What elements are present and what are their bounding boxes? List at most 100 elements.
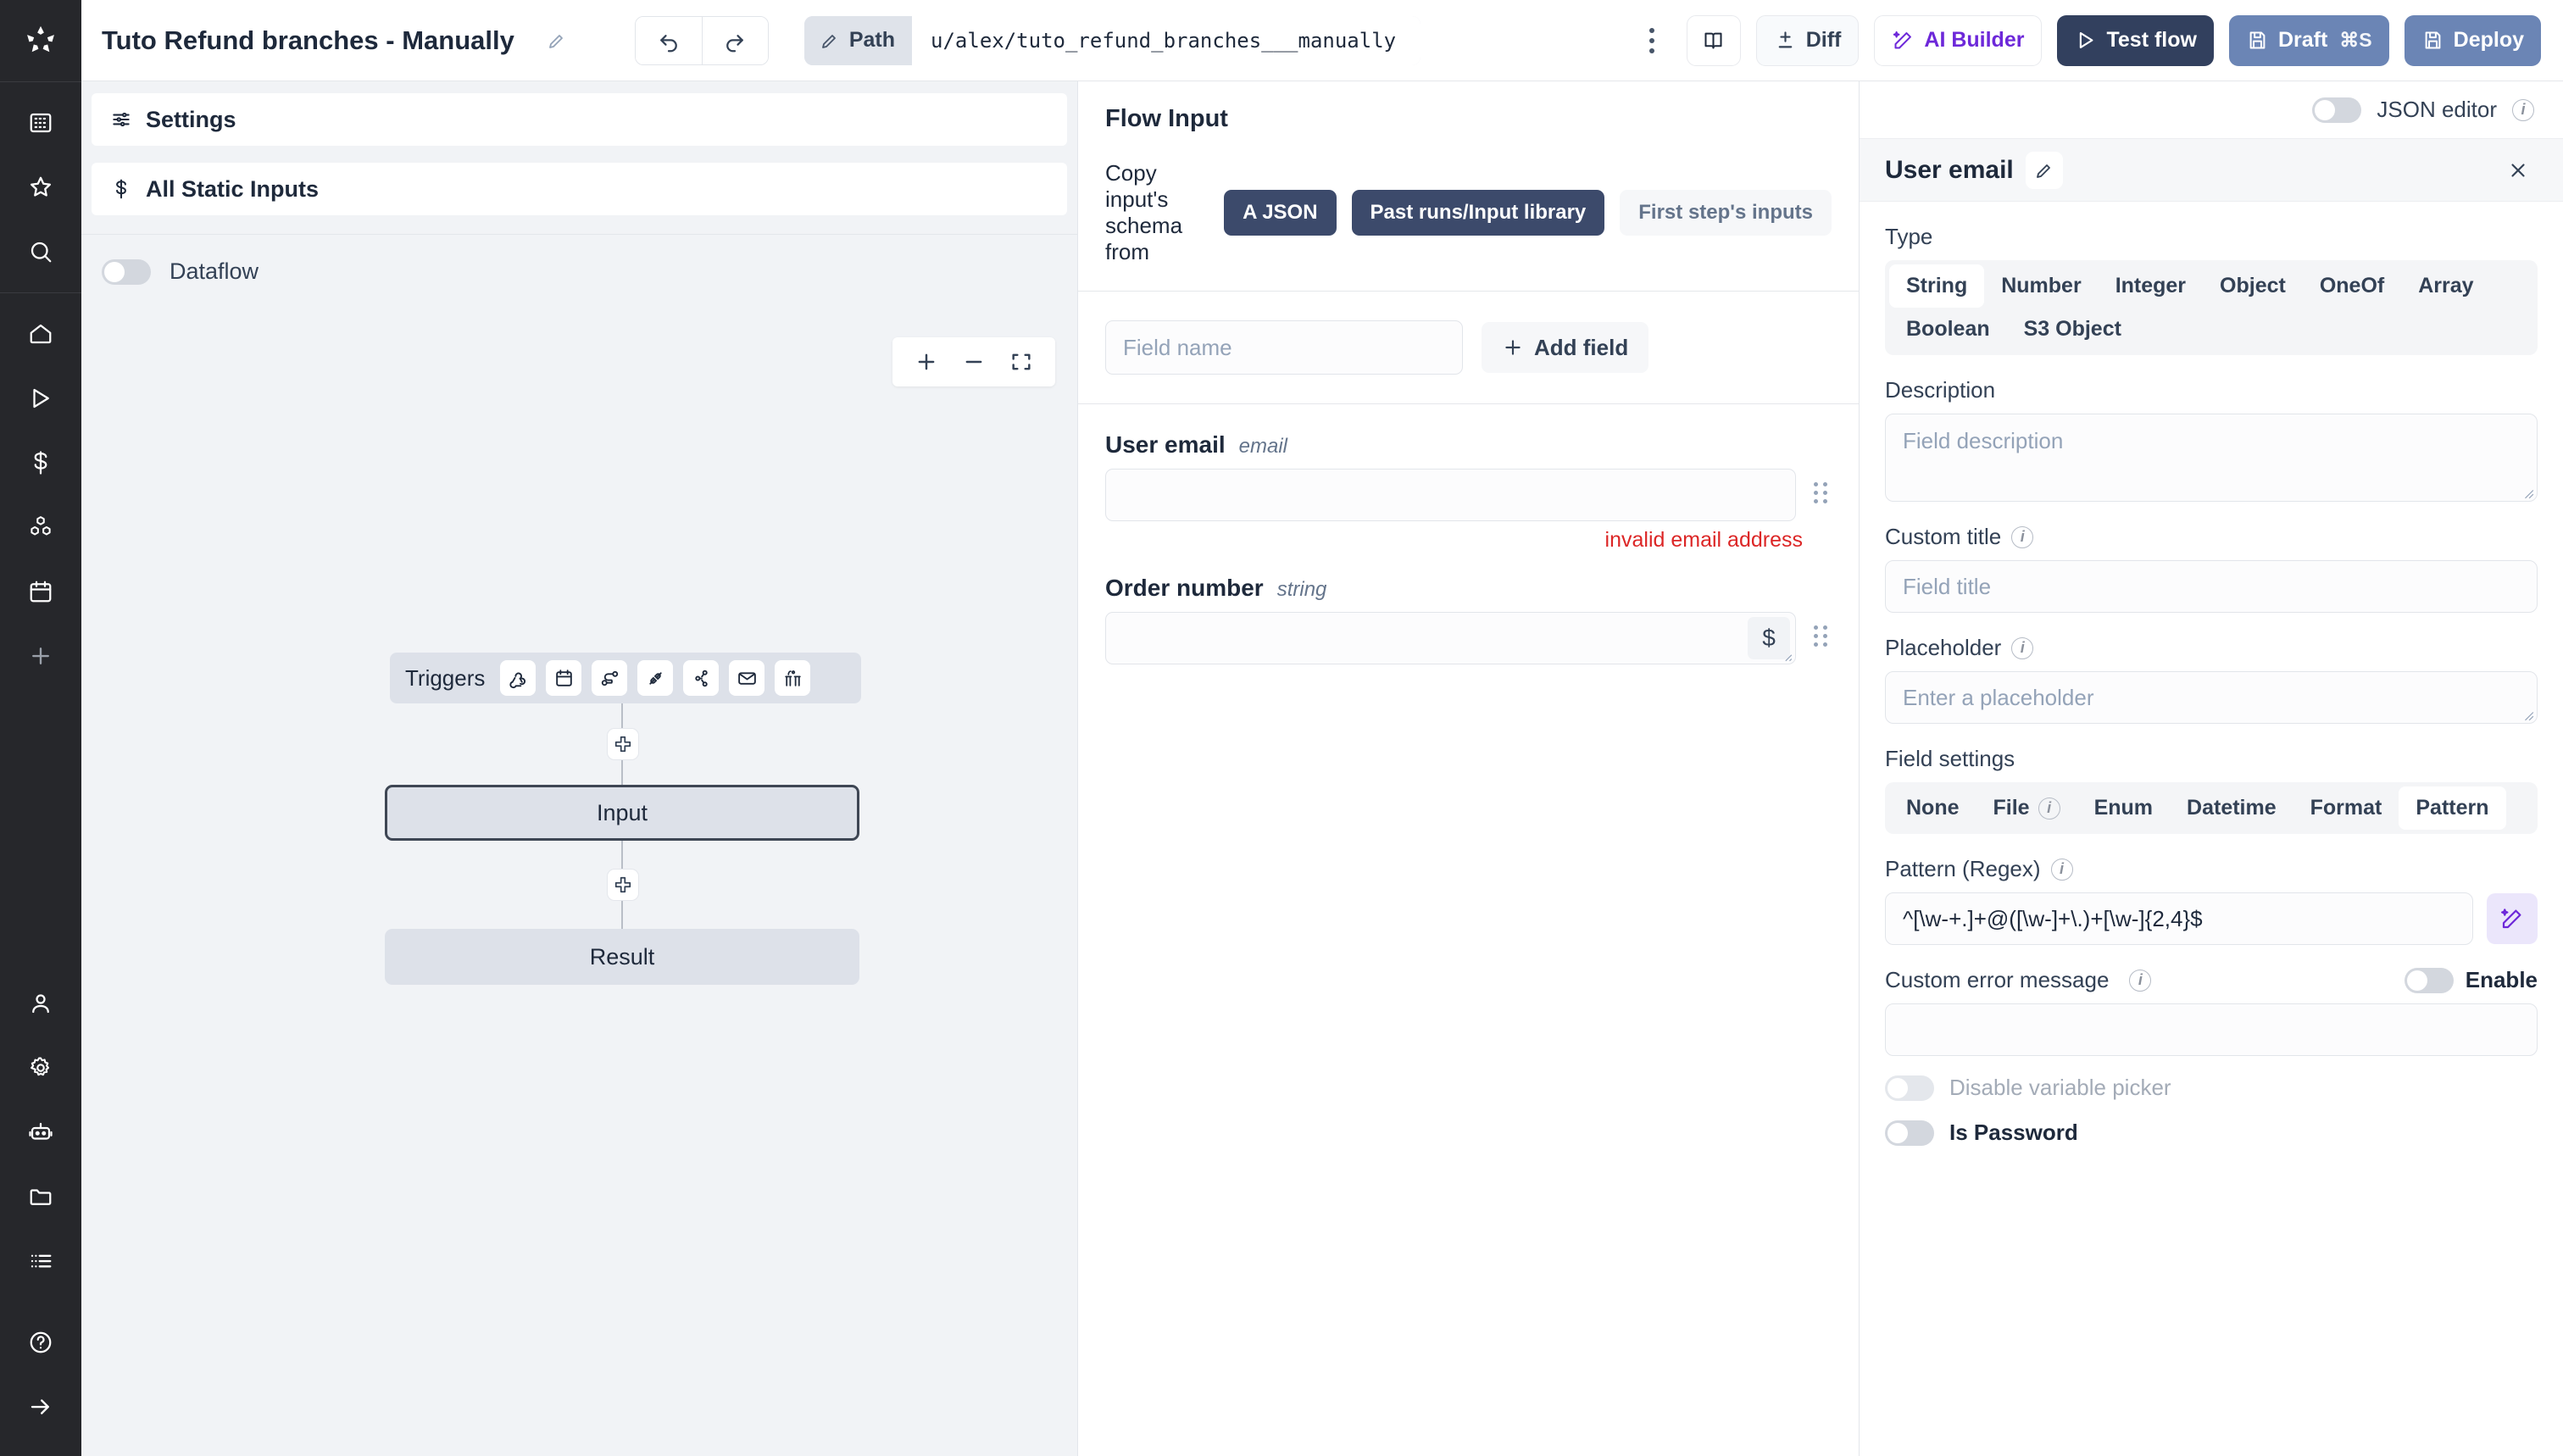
triggers-node[interactable]: Triggers bbox=[390, 653, 861, 703]
app-root: Tuto Refund branches - Manually Path u/a… bbox=[0, 0, 2563, 1456]
diff-button[interactable]: Diff bbox=[1755, 14, 1860, 66]
order-number-input[interactable]: $ bbox=[1105, 612, 1796, 664]
list-icon[interactable] bbox=[15, 1236, 66, 1287]
pencil-icon[interactable] bbox=[2025, 151, 2063, 189]
type-option-integer[interactable]: Integer bbox=[2099, 264, 2203, 308]
kafka-icon[interactable] bbox=[683, 660, 720, 696]
plus-icon[interactable] bbox=[15, 631, 66, 681]
undo-icon[interactable] bbox=[635, 16, 702, 64]
description-label: Description bbox=[1885, 377, 1996, 403]
postgres-icon[interactable] bbox=[775, 660, 811, 696]
info-icon[interactable]: i bbox=[2011, 525, 2034, 548]
schema-source-a-json[interactable]: A JSON bbox=[1224, 190, 1337, 236]
windmill-logo-icon[interactable] bbox=[0, 0, 81, 81]
add-step-between-input-result[interactable] bbox=[607, 869, 639, 901]
static-inputs-row[interactable]: All Static Inputs bbox=[92, 163, 1067, 215]
building-icon[interactable] bbox=[15, 97, 66, 148]
dataflow-toggle-row: Dataflow bbox=[81, 235, 1077, 285]
field-settings-option-pattern[interactable]: Pattern bbox=[2399, 786, 2506, 830]
type-option-s3-object[interactable]: S3 Object bbox=[2007, 308, 2138, 351]
help-icon[interactable] bbox=[15, 1317, 66, 1368]
user-icon[interactable] bbox=[15, 978, 66, 1029]
placeholder-input[interactable]: Enter a placeholder bbox=[1885, 671, 2538, 724]
node-result[interactable]: Result bbox=[385, 929, 859, 985]
type-option-number[interactable]: Number bbox=[1984, 264, 2098, 308]
pattern-regex-input[interactable]: ^[\w-+.]+@([\w-]+\.)+[\w-]{2,4}$ bbox=[1885, 892, 2473, 945]
type-option-array[interactable]: Array bbox=[2401, 264, 2490, 308]
user-email-input[interactable] bbox=[1105, 469, 1796, 521]
info-icon[interactable]: i bbox=[2038, 797, 2060, 820]
dollar-icon[interactable] bbox=[15, 437, 66, 488]
add-field-button[interactable]: Add field bbox=[1482, 322, 1649, 373]
info-icon[interactable]: i bbox=[2011, 636, 2034, 659]
type-option-boolean[interactable]: Boolean bbox=[1889, 308, 2007, 351]
schema-source-first-step[interactable]: First step's inputs bbox=[1620, 190, 1832, 236]
add-step-between-triggers-input[interactable] bbox=[607, 728, 639, 760]
field-settings-option-format[interactable]: Format bbox=[2293, 786, 2399, 830]
schema-source-past-runs[interactable]: Past runs/Input library bbox=[1351, 190, 1605, 236]
cubes-icon[interactable] bbox=[15, 502, 66, 553]
folder-icon[interactable] bbox=[15, 1171, 66, 1222]
path-field[interactable]: Path u/alex/tuto_refund_branches___manua… bbox=[803, 15, 1421, 65]
type-option-oneof[interactable]: OneOf bbox=[2303, 264, 2401, 308]
sparkle-wand-icon[interactable] bbox=[2487, 893, 2538, 944]
plus-icon bbox=[1505, 340, 1521, 355]
custom-error-label-row: Custom error message i Enable bbox=[1885, 967, 2538, 993]
test-flow-button[interactable]: Test flow bbox=[2057, 14, 2214, 66]
dataflow-toggle[interactable] bbox=[102, 258, 151, 285]
webhook-icon[interactable] bbox=[500, 660, 537, 696]
gear-icon[interactable] bbox=[15, 1042, 66, 1093]
path-input[interactable]: u/alex/tuto_refund_branches___manually bbox=[912, 15, 1421, 65]
resize-grip-icon[interactable] bbox=[2522, 709, 2534, 721]
field-name-input[interactable]: Field name bbox=[1105, 320, 1463, 375]
calendar-icon[interactable] bbox=[15, 566, 66, 617]
field-settings-option-file[interactable]: File i bbox=[1976, 786, 2077, 830]
pencil-icon[interactable] bbox=[538, 22, 575, 59]
node-input-label: Input bbox=[596, 799, 648, 825]
disable-variable-picker-toggle[interactable] bbox=[1885, 1075, 1934, 1101]
field-settings-option-datetime[interactable]: Datetime bbox=[2170, 786, 2293, 830]
info-icon[interactable]: i bbox=[2512, 98, 2534, 121]
star-icon[interactable] bbox=[15, 162, 66, 213]
draft-button[interactable]: Draft ⌘S bbox=[2228, 14, 2389, 66]
more-vertical-icon[interactable] bbox=[1632, 18, 1671, 64]
info-icon[interactable]: i bbox=[2050, 858, 2073, 881]
home-icon[interactable] bbox=[15, 308, 66, 359]
is-password-toggle[interactable] bbox=[1885, 1120, 1934, 1146]
close-icon[interactable] bbox=[2499, 151, 2538, 190]
deploy-button[interactable]: Deploy bbox=[2404, 14, 2541, 66]
type-option-string[interactable]: String bbox=[1889, 264, 1985, 308]
drag-handle-icon[interactable] bbox=[1810, 469, 1832, 503]
play-icon[interactable] bbox=[15, 373, 66, 424]
type-label: Type bbox=[1885, 224, 1933, 249]
websocket-plug-icon[interactable] bbox=[637, 660, 674, 696]
dollar-icon bbox=[116, 179, 126, 199]
flow-canvas[interactable]: Triggers Input Result bbox=[81, 285, 1077, 1456]
route-icon[interactable] bbox=[592, 660, 628, 696]
ai-builder-button[interactable]: AI Builder bbox=[1874, 14, 2043, 66]
type-option-object[interactable]: Object bbox=[2203, 264, 2303, 308]
arrow-right-icon[interactable] bbox=[15, 1381, 66, 1432]
json-editor-toggle[interactable] bbox=[2312, 97, 2362, 123]
node-input[interactable]: Input bbox=[385, 785, 859, 841]
custom-error-input[interactable] bbox=[1885, 1003, 2538, 1056]
redo-icon[interactable] bbox=[701, 16, 768, 64]
resize-grip-icon[interactable] bbox=[1781, 650, 1793, 662]
description-textarea[interactable]: Field description bbox=[1885, 414, 2538, 502]
field-settings-option-none[interactable]: None bbox=[1889, 786, 1976, 830]
info-icon[interactable]: i bbox=[2129, 969, 2152, 992]
save-icon bbox=[2425, 31, 2441, 49]
drag-handle-icon[interactable] bbox=[1810, 612, 1832, 647]
search-icon[interactable] bbox=[15, 226, 66, 277]
custom-title-input[interactable]: Field title bbox=[1885, 560, 2538, 613]
settings-row[interactable]: Settings bbox=[92, 93, 1067, 146]
custom-error-enable-toggle[interactable] bbox=[2404, 967, 2454, 993]
field-settings-option-enum[interactable]: Enum bbox=[2077, 786, 2170, 830]
resize-grip-icon[interactable] bbox=[2522, 487, 2534, 499]
is-password-label: Is Password bbox=[1949, 1120, 2078, 1145]
robot-icon[interactable] bbox=[15, 1107, 66, 1158]
schedule-calendar-icon[interactable] bbox=[546, 660, 582, 696]
field-settings-label: Field settings bbox=[1885, 746, 2015, 771]
email-icon[interactable] bbox=[729, 660, 765, 696]
book-icon[interactable] bbox=[1686, 14, 1741, 66]
